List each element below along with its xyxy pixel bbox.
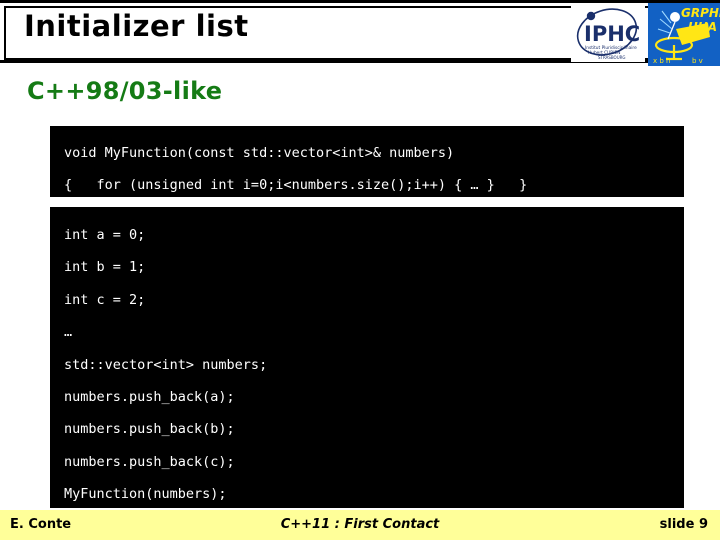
footer-slide-number: slide 9	[659, 517, 708, 532]
code-line: void MyFunction(const std::vector<int>& …	[64, 145, 455, 161]
svg-text:b v: b v	[692, 57, 703, 65]
code-line: numbers.push_back(c);	[64, 453, 235, 470]
function-definition-block: void MyFunction(const std::vector<int>& …	[50, 126, 684, 197]
svg-text:GRPHE: GRPHE	[681, 6, 720, 20]
slide-canvas: Initializer list IPHC Institut Pluridisc…	[0, 0, 720, 540]
slide-header-band: Initializer list IPHC Institut Pluridisc…	[0, 0, 720, 66]
code-line: int c = 2;	[64, 291, 146, 308]
code-line: std::vector<int> numbers;	[64, 356, 268, 373]
footer-talk-title: C++11 : First Contact	[280, 517, 440, 532]
iphc-logo: IPHC Institut Pluridisciplinaire Hubert …	[571, 6, 645, 62]
page-title: Initializer list	[24, 9, 249, 43]
code-line: int b = 1;	[64, 259, 146, 276]
code-line: numbers.push_back(b);	[64, 421, 235, 438]
code-line: …	[64, 324, 73, 341]
grphe-uha-logo: GRPHE UHA x b h b v	[648, 3, 720, 66]
usage-block: int a = 0; int b = 1; int c = 2; … std::…	[50, 207, 684, 508]
svg-text:IPHC: IPHC	[584, 22, 640, 46]
code-line: MyFunction(numbers);	[64, 486, 227, 503]
code-line: int a = 0;	[64, 227, 146, 243]
section-heading: C++98/03-like	[27, 77, 223, 105]
code-line: { for (unsigned int i=0;i<numbers.size()…	[64, 177, 528, 193]
slide-footer: E. Conte C++11 : First Contact slide 9	[0, 510, 720, 540]
svg-text:STRASBOURG: STRASBOURG	[598, 55, 626, 60]
code-line: numbers.push_back(a);	[64, 389, 235, 406]
svg-text:x b h: x b h	[653, 57, 670, 65]
